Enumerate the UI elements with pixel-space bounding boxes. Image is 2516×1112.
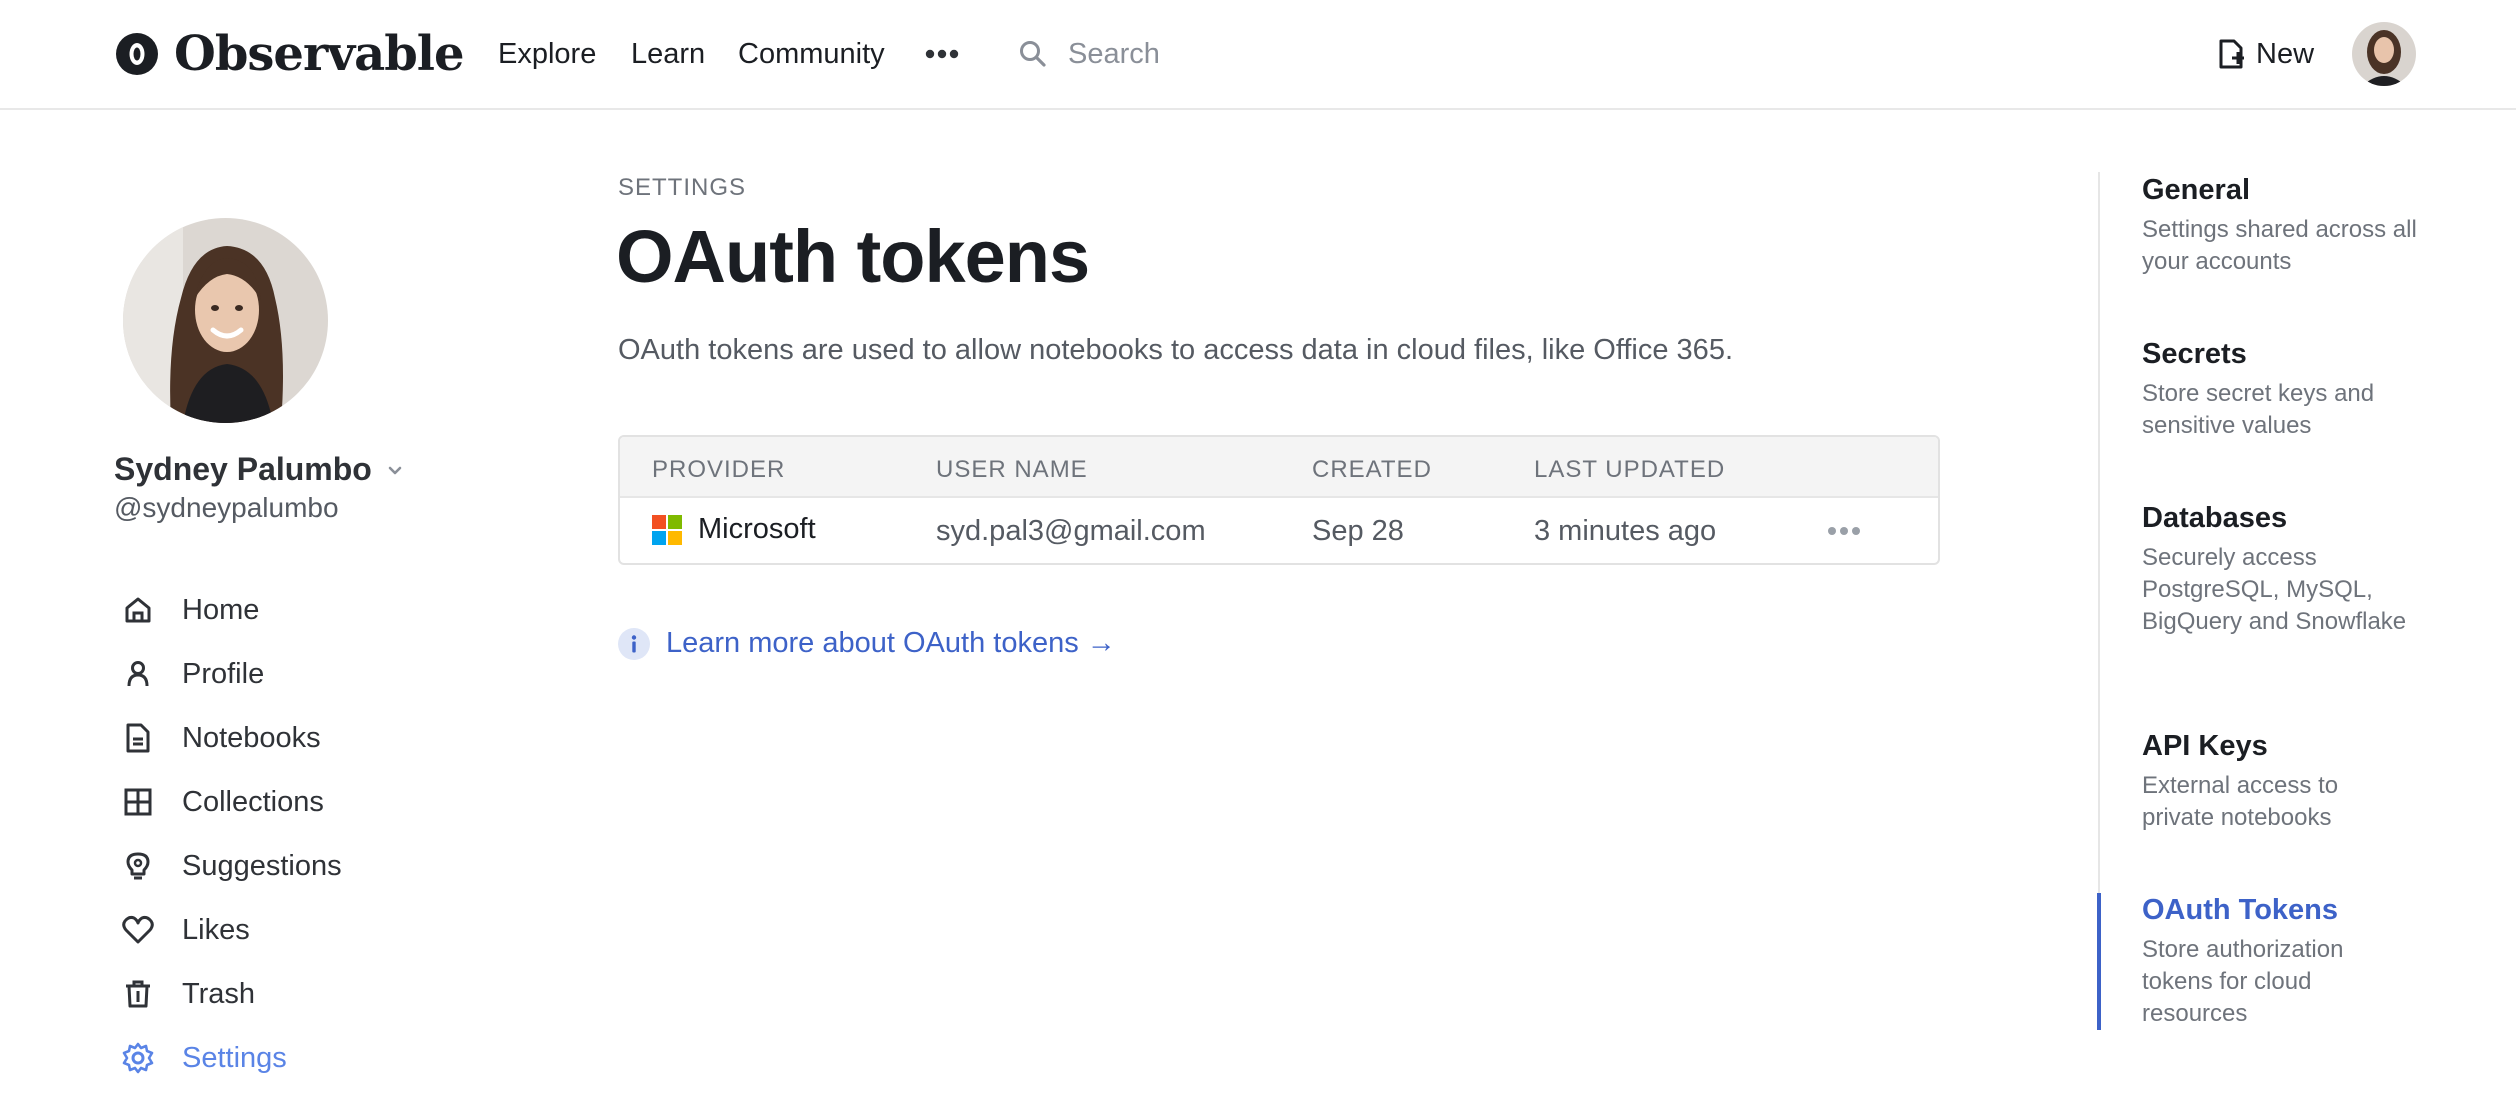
sidebar-item-label: Collections [182,785,324,818]
gear-icon [120,1040,156,1076]
sidebar-item-label: Likes [182,913,250,946]
sidebar-item-collections[interactable]: Collections [120,770,342,834]
home-icon [120,592,156,628]
page-description: OAuth tokens are used to allow notebooks… [618,334,1733,366]
trash-icon [120,976,156,1012]
learn-more-link[interactable]: Learn more about OAuth tokens → [618,627,1116,660]
settings-nav-title: Secrets [2142,338,2247,370]
profile-photo [123,218,328,423]
ellipsis-icon [1828,527,1860,535]
settings-nav-description: External access to private notebooks [2142,772,2339,831]
top-nav-bar: Observable Explore Learn Community New [0,0,2516,110]
logo-text: Observable [174,26,465,82]
sidebar-item-label: Home [182,593,260,626]
sidebar-item-suggestions[interactable]: Suggestions [120,834,342,898]
nav-community[interactable]: Community [738,34,885,74]
oauth-tokens-table: PROVIDER USER NAME CREATED LAST UPDATED … [618,435,1940,565]
heart-icon [120,912,156,948]
settings-nav-description: Settings shared across all your accounts [2142,216,2417,275]
sidebar-item-label: Profile [182,657,265,690]
learn-more-label: Learn more about OAuth tokens → [666,627,1116,659]
avatar-photo [2352,22,2416,86]
ellipsis-icon [925,49,959,59]
search-bar[interactable] [1018,28,1538,80]
search-input[interactable] [1068,37,1508,71]
row-actions-button[interactable] [1824,516,1864,546]
settings-nav-general[interactable]: General Settings shared across all your … [2142,172,2442,278]
section-eyebrow: SETTINGS [618,174,747,201]
sidebar-item-label: Notebooks [182,721,321,754]
table-header: PROVIDER USER NAME CREATED LAST UPDATED [620,437,1938,498]
new-notebook-button[interactable]: New [2218,30,2314,78]
sidebar-item-label: Trash [182,977,256,1010]
settings-nav-oauth-tokens[interactable]: OAuth Tokens Store authorization tokens … [2142,892,2402,1030]
settings-nav-title: Databases [2142,502,2288,534]
info-icon [618,627,650,660]
nav-explore[interactable]: Explore [498,34,596,74]
settings-nav-description: Store authorization tokens for cloud res… [2142,936,2344,1027]
sidebar-item-likes[interactable]: Likes [120,898,342,962]
column-header-user-name: USER NAME [936,456,1088,483]
observable-logo-icon [116,33,158,75]
sidebar-item-label: Suggestions [182,849,342,882]
lightbulb-icon [120,848,156,884]
provider-name: Microsoft [698,513,816,545]
column-header-last-updated: LAST UPDATED [1534,456,1726,483]
provider-cell: Microsoft [652,513,816,546]
sidebar-item-label: Settings [182,1041,287,1074]
more-menu-button[interactable] [922,34,962,74]
settings-nav-description: Securely access PostgreSQL, MySQL, BigQu… [2142,544,2407,635]
sidebar-nav: Home Profile Notebooks Collections Sugge… [120,578,342,1090]
new-button-label: New [2256,37,2315,70]
settings-nav-secrets[interactable]: Secrets Store secret keys and sensitive … [2142,336,2442,442]
settings-nav-title: OAuth Tokens [2142,894,2339,926]
account-switcher[interactable]: Sydney Palumbo [114,451,404,488]
sidebar-item-notebooks[interactable]: Notebooks [120,706,342,770]
user-handle: @sydneypalumbo [114,492,339,523]
sidebar-item-settings[interactable]: Settings [120,1026,342,1090]
column-header-provider: PROVIDER [652,456,786,483]
observable-logo[interactable]: Observable [114,26,465,82]
created-cell: Sep 28 [1312,515,1404,547]
grid-icon [120,784,156,820]
settings-nav-api-keys[interactable]: API Keys External access to private note… [2142,728,2402,834]
user-avatar-menu[interactable] [2352,22,2416,86]
settings-nav-title: General [2142,174,2250,206]
profile-avatar [123,218,328,423]
document-icon [120,720,156,756]
column-header-created: CREATED [1312,456,1432,483]
user-name-cell: syd.pal3@gmail.com [936,515,1206,547]
page-title: OAuth tokens [616,215,1090,298]
person-icon [120,656,156,692]
chevron-down-icon [388,466,402,474]
nav-learn[interactable]: Learn [631,34,705,74]
settings-nav-databases[interactable]: Databases Securely access PostgreSQL, My… [2142,500,2432,638]
settings-nav-description: Store secret keys and sensitive values [2142,380,2375,439]
sidebar-item-home[interactable]: Home [120,578,342,642]
user-name: Sydney Palumbo [114,451,372,487]
microsoft-logo-icon [652,514,682,545]
settings-nav-title: API Keys [2142,730,2268,762]
table-row: Microsoft syd.pal3@gmail.com Sep 28 3 mi… [620,498,1938,563]
sidebar-item-trash[interactable]: Trash [120,962,342,1026]
search-icon [1020,41,1046,67]
last-updated-cell: 3 minutes ago [1534,515,1717,547]
settings-nav-active-indicator [2097,893,2101,1030]
new-document-icon [2219,39,2244,69]
sidebar-item-profile[interactable]: Profile [120,642,342,706]
